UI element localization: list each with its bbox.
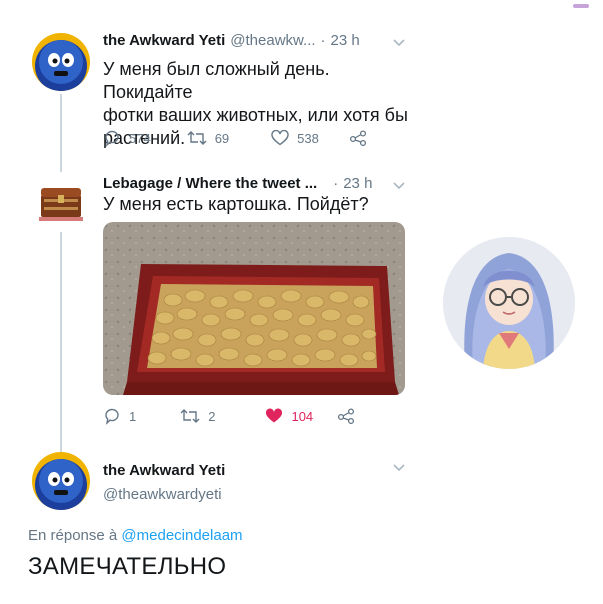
avatar[interactable] xyxy=(32,173,90,231)
retweet-count: 2 xyxy=(208,408,216,424)
like-button[interactable]: 538 xyxy=(271,130,319,146)
timestamp[interactable]: 23 h xyxy=(343,175,372,192)
tweet-header: the Awkward Yeti xyxy=(103,462,225,479)
share-icon xyxy=(349,130,366,146)
like-button[interactable]: 104 xyxy=(265,408,313,424)
chevron-down-icon[interactable] xyxy=(392,463,406,473)
separator-dot: · xyxy=(320,32,326,49)
display-name[interactable]: the Awkward Yeti xyxy=(103,462,225,479)
heart-icon xyxy=(271,130,289,146)
chevron-down-icon[interactable] xyxy=(392,181,406,191)
tweet-text: У меня есть картошка. Пойдёт? xyxy=(103,194,369,214)
username[interactable]: @theawkwardyeti xyxy=(103,486,222,503)
display-name[interactable]: the Awkward Yeti xyxy=(103,32,225,49)
chevron-down-icon[interactable] xyxy=(392,38,406,48)
tweet-actions: 1 2 104 xyxy=(103,407,355,425)
reply-context: En réponse à @medecindelaam xyxy=(28,527,243,544)
share-button[interactable] xyxy=(349,130,367,146)
tweet-actions: 574 69 538 xyxy=(103,129,367,147)
retweet-count: 69 xyxy=(214,130,230,146)
reply-icon xyxy=(105,408,119,425)
separator-dot: · xyxy=(333,175,339,192)
retweet-button[interactable]: 69 xyxy=(187,130,229,146)
username-row: @theawkwardyeti xyxy=(103,486,222,503)
tweet-photo[interactable] xyxy=(103,222,405,395)
thread-line xyxy=(60,94,62,172)
username[interactable]: @theawkw... xyxy=(230,32,315,49)
potato-crate-image xyxy=(103,222,405,395)
timestamp[interactable]: 23 h xyxy=(331,32,360,49)
avatar[interactable] xyxy=(32,33,90,91)
avatar[interactable] xyxy=(32,452,90,510)
retweet-icon xyxy=(180,409,200,423)
reply-count: 1 xyxy=(129,408,137,424)
thread-line xyxy=(60,232,62,452)
tweet-text: ЗАМЕЧАТЕЛЬНО xyxy=(28,553,227,580)
girl-illustration-icon xyxy=(443,237,575,369)
tweet-text-line: У меня был сложный день. Покидайте xyxy=(103,59,330,102)
watermark-avatar xyxy=(443,237,575,369)
retweet-button[interactable]: 2 xyxy=(180,408,215,424)
like-count: 104 xyxy=(291,408,314,424)
reply-button[interactable]: 1 xyxy=(103,407,136,425)
share-button[interactable] xyxy=(337,408,355,424)
display-name[interactable]: Lebagage / Where the tweet ... xyxy=(103,175,317,192)
tweet-header: the Awkward Yeti @theawkw... · 23 h xyxy=(103,32,360,49)
reply-button[interactable]: 574 xyxy=(103,129,151,147)
watermark-logo xyxy=(573,4,589,8)
tweet-thread: the Awkward Yeti @theawkw... · 23 h У ме… xyxy=(0,0,420,604)
reply-prefix: En réponse à xyxy=(28,527,118,544)
tweet-header: Lebagage / Where the tweet ... · 23 h xyxy=(103,175,372,192)
like-count: 538 xyxy=(297,130,319,146)
retweet-icon xyxy=(187,131,207,145)
share-icon xyxy=(338,408,355,424)
reply-count: 574 xyxy=(129,130,151,146)
reply-icon xyxy=(105,130,119,147)
tweet-text-line: фотки ваших животных, или хотя бы xyxy=(103,105,408,125)
heart-filled-icon xyxy=(266,408,283,423)
reply-mention-link[interactable]: @medecindelaam xyxy=(121,527,242,544)
